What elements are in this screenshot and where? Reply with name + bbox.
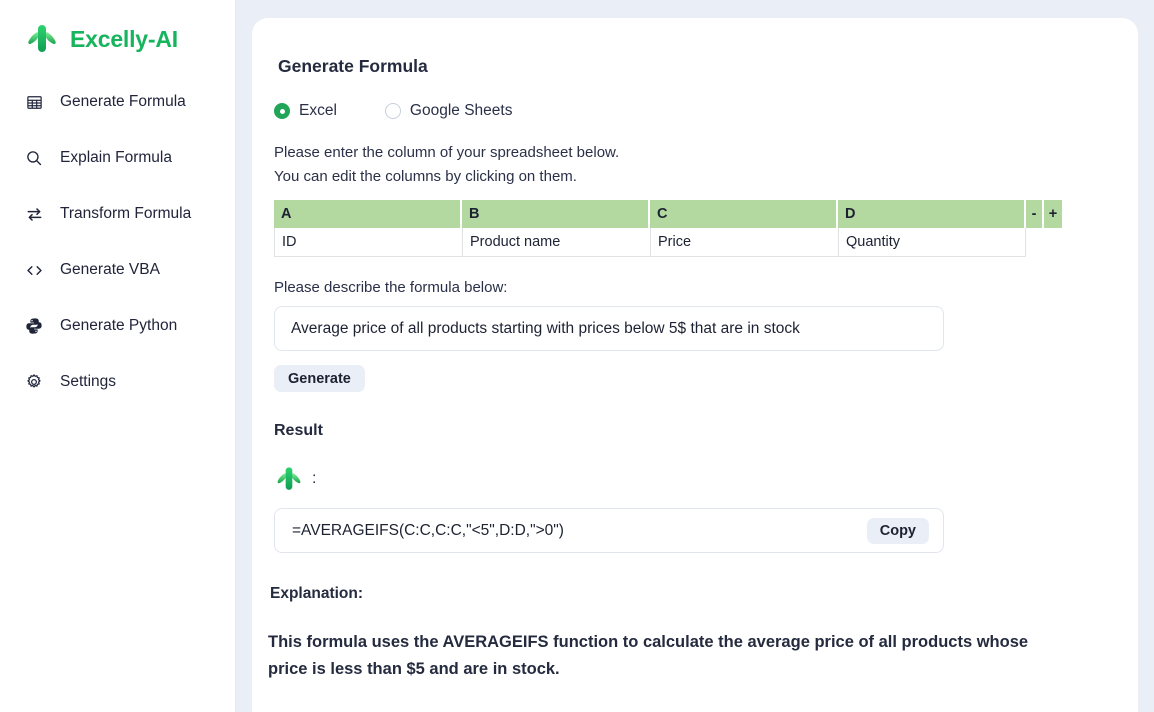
sheet-hint: Please enter the column of your spreadsh… bbox=[274, 141, 1118, 189]
cell-column-a-name[interactable]: ID bbox=[274, 228, 462, 257]
sidebar-item-label: Settings bbox=[60, 374, 116, 390]
brand-name: Excelly-AI bbox=[70, 28, 178, 51]
copy-button[interactable]: Copy bbox=[867, 518, 929, 544]
generate-formula-card: Generate Formula Excel Google Sheets Ple… bbox=[252, 18, 1138, 712]
gear-icon bbox=[24, 372, 44, 392]
exchange-arrows-icon bbox=[24, 204, 44, 224]
radio-option-google-sheets[interactable]: Google Sheets bbox=[385, 103, 513, 119]
sprout-logo-icon bbox=[274, 464, 304, 494]
result-colon: : bbox=[312, 471, 316, 487]
sidebar-item-settings[interactable]: Settings bbox=[0, 362, 235, 402]
table-grid-icon bbox=[24, 92, 44, 112]
sidebar-item-label: Explain Formula bbox=[60, 150, 172, 166]
sidebar-item-label: Generate Python bbox=[60, 318, 177, 334]
table-row: ID Product name Price Quantity bbox=[274, 228, 1062, 257]
sprout-logo-icon bbox=[24, 22, 60, 56]
spreadsheet-columns-table: A B C D - + ID Product name Price Quanti… bbox=[274, 200, 1062, 257]
explanation-title: Explanation: bbox=[270, 585, 1118, 603]
sidebar: Excelly-AI Generate Formula bbox=[0, 0, 236, 712]
sidebar-item-transform-formula[interactable]: Transform Formula bbox=[0, 194, 235, 234]
main-content: Generate Formula Excel Google Sheets Ple… bbox=[236, 0, 1154, 712]
result-header: : bbox=[274, 464, 1118, 494]
cell-column-d-name[interactable]: Quantity bbox=[838, 228, 1026, 257]
sidebar-item-label: Transform Formula bbox=[60, 206, 191, 222]
column-header-d[interactable]: D bbox=[838, 200, 1026, 228]
column-header-a[interactable]: A bbox=[274, 200, 462, 228]
brand[interactable]: Excelly-AI bbox=[0, 0, 235, 60]
python-logo-icon bbox=[24, 316, 44, 336]
sidebar-item-label: Generate Formula bbox=[60, 94, 186, 110]
column-header-b[interactable]: B bbox=[462, 200, 650, 228]
radio-option-label: Google Sheets bbox=[410, 103, 513, 119]
cell-column-b-name[interactable]: Product name bbox=[462, 228, 650, 257]
sheet-hint-line-2: You can edit the columns by clicking on … bbox=[274, 168, 577, 185]
sheet-hint-line-1: Please enter the column of your spreadsh… bbox=[274, 144, 619, 161]
page-title: Generate Formula bbox=[278, 56, 1118, 77]
search-icon bbox=[24, 148, 44, 168]
sidebar-item-generate-formula[interactable]: Generate Formula bbox=[0, 82, 235, 122]
sidebar-item-label: Generate VBA bbox=[60, 262, 160, 278]
sidebar-item-generate-python[interactable]: Generate Python bbox=[0, 306, 235, 346]
result-formula-box: =AVERAGEIFS(C:C,C:C,"<5",D:D,">0") Copy bbox=[274, 508, 944, 553]
add-column-button[interactable]: + bbox=[1044, 200, 1062, 228]
prompt-label: Please describe the formula below: bbox=[274, 279, 1118, 296]
column-header-c[interactable]: C bbox=[650, 200, 838, 228]
explanation-body: This formula uses the AVERAGEIFS functio… bbox=[268, 629, 1058, 683]
result-title: Result bbox=[274, 422, 1118, 440]
sidebar-item-explain-formula[interactable]: Explain Formula bbox=[0, 138, 235, 178]
generate-button[interactable]: Generate bbox=[274, 365, 365, 392]
sidebar-nav: Generate Formula Explain Formula bbox=[0, 82, 235, 402]
sidebar-item-generate-vba[interactable]: Generate VBA bbox=[0, 250, 235, 290]
cell-column-c-name[interactable]: Price bbox=[650, 228, 838, 257]
radio-google-sheets-indicator[interactable] bbox=[385, 103, 401, 119]
radio-option-label: Excel bbox=[299, 103, 337, 119]
code-brackets-icon bbox=[24, 260, 44, 280]
formula-description-input[interactable]: Average price of all products starting w… bbox=[274, 306, 944, 351]
table-header-row: A B C D - + bbox=[274, 200, 1062, 228]
radio-option-excel[interactable]: Excel bbox=[274, 103, 337, 119]
result-formula-text[interactable]: =AVERAGEIFS(C:C,C:C,"<5",D:D,">0") bbox=[292, 522, 564, 540]
radio-excel-indicator[interactable] bbox=[274, 103, 290, 119]
remove-column-button[interactable]: - bbox=[1026, 200, 1044, 228]
platform-radio-group: Excel Google Sheets bbox=[274, 103, 1118, 119]
app-root: Excelly-AI Generate Formula bbox=[0, 0, 1154, 712]
